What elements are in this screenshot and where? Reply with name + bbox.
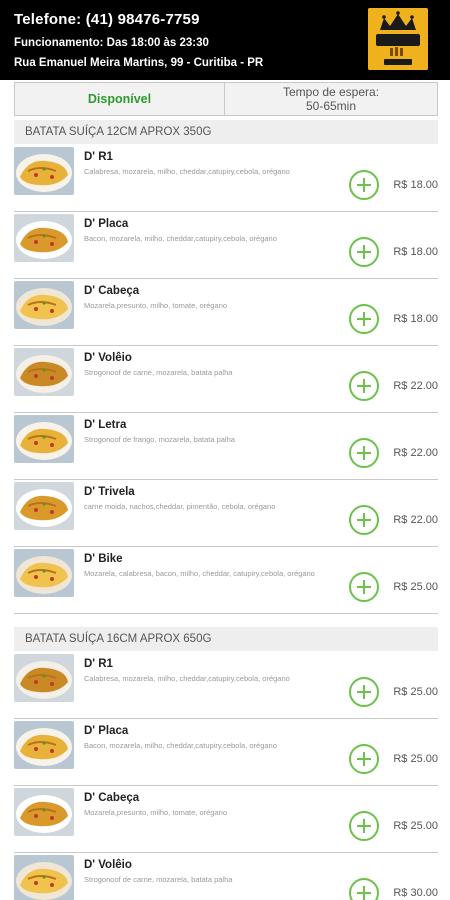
item-name: D' R1 xyxy=(84,658,113,670)
menu-item[interactable]: D' Volêio Strogonoof de carne, mozarela, … xyxy=(14,346,438,413)
add-item-button[interactable] xyxy=(349,811,379,841)
item-description: Calabresa, mozarela, milho, cheddar,catu… xyxy=(84,167,290,176)
item-name: D' Placa xyxy=(84,725,129,737)
item-price: R$ 25.00 xyxy=(393,581,438,593)
item-description: Calabresa, mozarela, milho, cheddar,catu… xyxy=(84,674,290,683)
add-item-button[interactable] xyxy=(349,438,379,468)
item-price: R$ 25.00 xyxy=(393,753,438,765)
menu-item[interactable]: D' Bike Mozarela, calabresa, bacon, milho… xyxy=(14,547,438,614)
food-photo xyxy=(14,348,74,396)
item-description: Mozarela, calabresa, bacon, milho, chedd… xyxy=(84,569,315,578)
item-name: D' Trivela xyxy=(84,486,135,498)
menu-item[interactable]: D' Cabeça Mozarela,presunto, milho, tomat… xyxy=(14,279,438,346)
item-name: D' Letra xyxy=(84,419,127,431)
item-name: D' R1 xyxy=(84,151,113,163)
add-item-button[interactable] xyxy=(349,744,379,774)
menu-item[interactable]: D' Placa Bacon, mozarela, milho, cheddar,… xyxy=(14,212,438,279)
menu-item[interactable]: D' Letra Strogonoof de frango, mozarela, … xyxy=(14,413,438,480)
food-photo xyxy=(14,415,74,463)
store-logo xyxy=(368,8,428,70)
section-header: BATATA SUÍÇA 16CM APROX 650G xyxy=(14,627,438,651)
add-item-button[interactable] xyxy=(349,304,379,334)
item-description: Strogonoof de frango, mozarela, batata p… xyxy=(84,435,235,444)
item-price: R$ 25.00 xyxy=(393,686,438,698)
wait-time-label: Tempo de espera: xyxy=(282,85,380,99)
item-description: Mozarela,presunto, milho, tomate, orégan… xyxy=(84,808,227,817)
menu-item[interactable]: D' Cabeça Mozarela,presunto, milho, tomat… xyxy=(14,786,438,853)
wait-time: Tempo de espera: 50-65min xyxy=(225,83,437,115)
item-price: R$ 18.00 xyxy=(393,179,438,191)
item-name: D' Bike xyxy=(84,553,123,565)
item-name: D' Cabeça xyxy=(84,285,140,297)
menu-item[interactable]: D' Placa Bacon, mozarela, milho, cheddar,… xyxy=(14,719,438,786)
item-price: R$ 22.00 xyxy=(393,380,438,392)
item-description: carne moida, nachos,cheddar, pimentão, c… xyxy=(84,502,276,511)
wait-time-value: 50-65min xyxy=(305,99,357,113)
item-price: R$ 25.00 xyxy=(393,820,438,832)
section-header: BATATA SUÍÇA 12CM APROX 350G xyxy=(14,120,438,144)
item-description: Bacon, mozarela, milho, cheddar,catupiry… xyxy=(84,234,277,243)
menu-item[interactable]: D' R1 Calabresa, mozarela, milho, cheddar… xyxy=(14,652,438,719)
add-item-button[interactable] xyxy=(349,878,379,900)
item-price: R$ 30.00 xyxy=(393,887,438,899)
add-item-button[interactable] xyxy=(349,677,379,707)
food-photo xyxy=(14,281,74,329)
menu-item[interactable]: D' Trivela carne moida, nachos,cheddar, p… xyxy=(14,480,438,547)
item-description: Strogonoof de carne, mozarela, batata pa… xyxy=(84,875,233,884)
food-photo xyxy=(14,214,74,262)
food-photo xyxy=(14,654,74,702)
food-photo xyxy=(14,147,74,195)
food-photo xyxy=(14,482,74,530)
item-description: Strogonoof de carne, mozarela, batata pa… xyxy=(84,368,233,377)
item-name: D' Placa xyxy=(84,218,129,230)
food-photo xyxy=(14,549,74,597)
item-description: Bacon, mozarela, milho, cheddar,catupiry… xyxy=(84,741,277,750)
food-photo xyxy=(14,788,74,836)
add-item-button[interactable] xyxy=(349,237,379,267)
item-name: D' Cabeça xyxy=(84,792,140,804)
add-item-button[interactable] xyxy=(349,505,379,535)
item-name: D' Volêio xyxy=(84,352,132,364)
item-price: R$ 22.00 xyxy=(393,514,438,526)
item-price: R$ 18.00 xyxy=(393,313,438,325)
item-price: R$ 22.00 xyxy=(393,447,438,459)
food-photo xyxy=(14,721,74,769)
store-phone[interactable]: Telefone: (41) 98476-7759 xyxy=(14,11,200,28)
add-item-button[interactable] xyxy=(349,371,379,401)
availability-status: Disponível xyxy=(15,83,225,115)
item-name: D' Volêio xyxy=(84,859,132,871)
menu-item[interactable]: D' R1 Calabresa, mozarela, milho, cheddar… xyxy=(14,145,438,212)
item-description: Mozarela,presunto, milho, tomate, orégan… xyxy=(84,301,227,310)
add-item-button[interactable] xyxy=(349,572,379,602)
add-item-button[interactable] xyxy=(349,170,379,200)
food-photo xyxy=(14,855,74,900)
store-hours: Funcionamento: Das 18:00 às 23:30 xyxy=(14,37,209,49)
store-address: Rua Emanuel Meira Martins, 99 - Curitiba… xyxy=(14,57,264,69)
store-status-bar: Disponível Tempo de espera: 50-65min xyxy=(14,82,438,116)
item-price: R$ 18.00 xyxy=(393,246,438,258)
store-header: Telefone: (41) 98476-7759 Funcionamento:… xyxy=(0,0,450,80)
menu-item[interactable]: D' Volêio Strogonoof de carne, mozarela, … xyxy=(14,853,438,900)
